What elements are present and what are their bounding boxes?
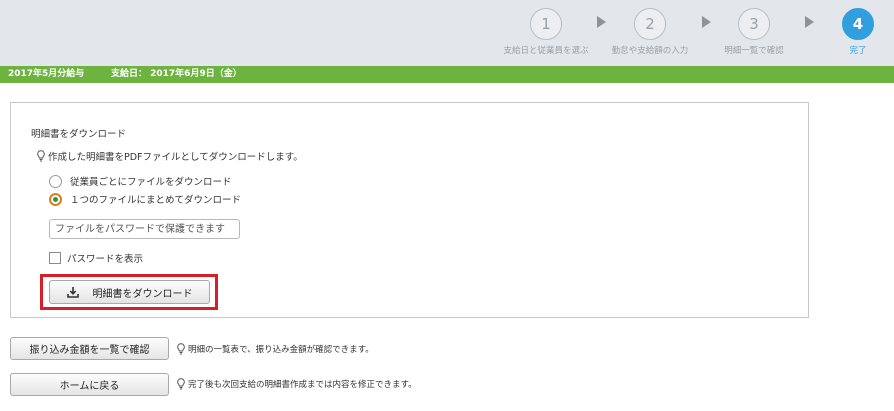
lightbulb-icon [37, 150, 45, 162]
step-3-circle: 3 [738, 8, 770, 40]
lightbulb-icon [177, 378, 185, 390]
panel-title: 明細書をダウンロード [31, 129, 127, 140]
step-3-label: 明細一覧で確認 [724, 46, 784, 56]
radio-single-file[interactable] [49, 192, 62, 206]
download-icon [66, 286, 79, 298]
download-button-label: 明細書をダウンロード [92, 288, 193, 300]
step-1-circle: 1 [530, 8, 562, 40]
confirm-transfer-note-text: 明細の一覧表で、振り込み金額が確認できます。 [188, 345, 374, 355]
home-button[interactable]: ホームに戻る [10, 373, 169, 396]
radio-per-employee[interactable] [49, 174, 62, 188]
step-2-circle: 2 [634, 8, 666, 40]
show-password-label: パスワードを表示 [67, 254, 144, 265]
step-4-label: 完了 [849, 46, 867, 56]
payroll-info-bar: 2017年5月分給与 支給日： 2017年6月9日（金） [0, 66, 894, 83]
download-panel: 明細書をダウンロード 作成した明細書をPDFファイルとしてダウンロードします。 … [10, 102, 809, 318]
lightbulb-icon [177, 343, 185, 355]
step-4: 4 完了 [798, 8, 894, 56]
step-1: 1 支給日と従業員を選ぶ [486, 8, 606, 56]
step-1-label: 支給日と従業員を選ぶ [503, 46, 589, 56]
option-single-file[interactable]: １つのファイルにまとめてダウンロード [49, 192, 241, 206]
pay-date: 支給日： 2017年6月9日（金） [111, 69, 242, 79]
option-per-employee[interactable]: 従業員ごとにファイルをダウンロード [49, 174, 232, 188]
confirm-transfer-note: 明細の一覧表で、振り込み金額が確認できます。 [177, 343, 374, 355]
show-password-toggle[interactable]: パスワードを表示 [49, 251, 143, 265]
progress-stepper: 1 支給日と従業員を選ぶ 2 勤怠や支給額の入力 3 明細一覧で確認 4 完了 [0, 0, 894, 66]
download-hint: 作成した明細書をPDFファイルとしてダウンロードします。 [37, 149, 303, 163]
home-note-text: 完了後も次回支給の明細書作成までは内容を修正できます。 [188, 380, 417, 390]
download-button[interactable]: 明細書をダウンロード [49, 280, 210, 304]
payroll-month: 2017年5月分給与 [8, 69, 85, 79]
home-button-label: ホームに戻る [59, 381, 120, 392]
download-hint-text: 作成した明細書をPDFファイルとしてダウンロードします。 [48, 152, 303, 163]
option-per-employee-label: 従業員ごとにファイルをダウンロード [70, 177, 232, 188]
confirm-transfer-button-label: 振り込み金額を一覧で確認 [29, 345, 150, 356]
show-password-checkbox[interactable] [49, 252, 61, 264]
confirm-transfer-button[interactable]: 振り込み金額を一覧で確認 [10, 337, 169, 360]
step-4-circle: 4 [842, 8, 874, 40]
option-single-file-label: １つのファイルにまとめてダウンロード [70, 195, 242, 206]
home-note: 完了後も次回支給の明細書作成までは内容を修正できます。 [177, 378, 417, 390]
step-3: 3 明細一覧で確認 [694, 8, 814, 56]
step-2-label: 勤怠や支給額の入力 [611, 46, 689, 56]
password-input[interactable] [49, 219, 240, 239]
step-2: 2 勤怠や支給額の入力 [590, 8, 710, 56]
